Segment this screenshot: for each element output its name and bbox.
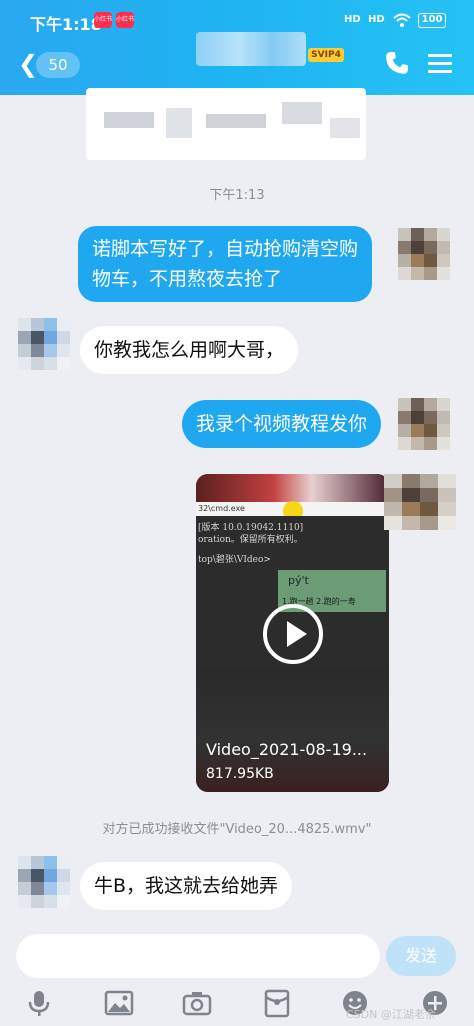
- message-input[interactable]: [16, 934, 380, 978]
- message-text: 牛B，我这就去给她弄: [94, 875, 279, 897]
- message-text: 我录个视频教程发你: [196, 413, 368, 435]
- microphone-icon[interactable]: [24, 988, 54, 1018]
- xiaohongshu-notification-icon: 小红书: [116, 12, 134, 28]
- composer: 发送: [0, 930, 474, 982]
- message-text: 诺脚本写好了，自动抢购清空购: [92, 238, 359, 260]
- ime-input-text: pý't: [288, 574, 309, 587]
- battery-icon: 100: [418, 13, 446, 28]
- contact-name-blurred: [196, 32, 306, 66]
- signal-icon: HD: [368, 14, 385, 25]
- status-bar: 下午1:18 小红书 小红书 HD HD 100: [0, 8, 474, 34]
- pinned-banner-blurred: [86, 88, 366, 160]
- video-file-name: Video_2021-08-19...: [206, 740, 368, 759]
- console-text: oration。保留所有权利。: [198, 535, 303, 545]
- my-avatar[interactable]: [398, 228, 450, 280]
- message-text: 物车，不用熬夜去抢了: [92, 268, 283, 290]
- phone-icon[interactable]: [384, 50, 410, 76]
- camera-icon[interactable]: [182, 988, 212, 1018]
- menu-icon[interactable]: [428, 54, 452, 74]
- incoming-message-bubble[interactable]: 牛B，我这就去给她弄: [80, 862, 293, 910]
- image-icon[interactable]: [104, 988, 134, 1018]
- file-received-notice: 对方已成功接收文件"Video_20...4825.wmv": [102, 822, 372, 837]
- red-packet-icon[interactable]: [262, 988, 292, 1018]
- xiaohongshu-notification-icon: 小红书: [94, 12, 112, 28]
- wifi-icon: [393, 13, 411, 27]
- incoming-message-bubble[interactable]: 你教我怎么用啊大哥，: [80, 326, 299, 374]
- my-avatar[interactable]: [398, 398, 450, 450]
- message-text: 你教我怎么用啊大哥，: [94, 339, 285, 361]
- send-button[interactable]: 发送: [386, 936, 456, 976]
- contact-avatar[interactable]: [18, 318, 70, 370]
- vip-badge: SVIP4: [308, 48, 344, 62]
- console-text: top\碧张\VIdeo>: [198, 555, 271, 565]
- video-thumbnail-top: [196, 474, 389, 502]
- video-file-size: 817.95KB: [206, 766, 274, 782]
- play-icon: [287, 621, 307, 647]
- my-avatar[interactable]: [384, 474, 456, 530]
- status-time: 下午1:18: [30, 15, 102, 34]
- outgoing-message-bubble[interactable]: 我录个视频教程发你: [182, 400, 382, 448]
- back-button[interactable]: ❮ 50: [16, 50, 80, 78]
- video-message-card[interactable]: 32\cmd.exe [版本 10.0.19042.1110] oration。…: [196, 474, 389, 792]
- unread-count-badge: 50: [36, 52, 80, 78]
- message-timestamp: 下午1:13: [209, 188, 265, 203]
- outgoing-message-bubble[interactable]: 诺脚本写好了，自动抢购清空购 物车，不用熬夜去抢了: [78, 226, 373, 302]
- chat-header: 下午1:18 小红书 小红书 HD HD 100 ❮ 50 SVIP4: [0, 0, 474, 95]
- contact-avatar[interactable]: [18, 856, 70, 908]
- signal-icon: HD: [344, 14, 361, 25]
- csdn-watermark: CSDN @江湖老余: [346, 1008, 436, 1021]
- play-button[interactable]: [263, 604, 323, 664]
